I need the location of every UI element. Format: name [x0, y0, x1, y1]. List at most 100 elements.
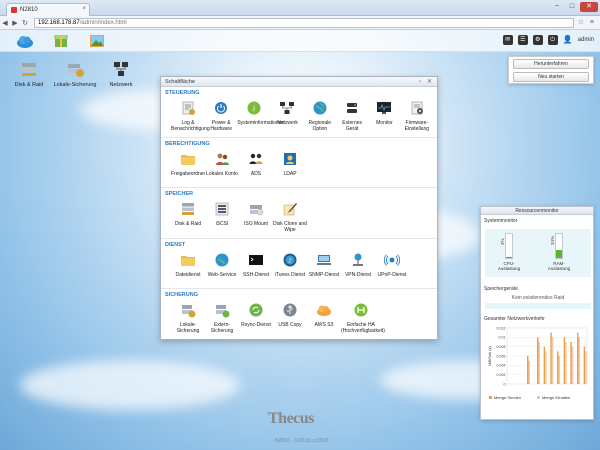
- reload-icon[interactable]: ↻: [20, 19, 30, 27]
- desktop-shortcut-local-backup[interactable]: Lokale-Sicherung: [50, 60, 100, 88]
- mail-icon[interactable]: ✉: [502, 35, 513, 45]
- browser-titlebar: N2810 × − □ ✕: [0, 0, 600, 16]
- section-heading: SPEICHER: [165, 191, 194, 197]
- item-log-notification[interactable]: Log & Benachrichtigung: [171, 100, 210, 132]
- iscsi-icon: [215, 202, 229, 216]
- no-raid-text: Kein existierendes Raid: [511, 295, 565, 301]
- item-label: AWS S3: [314, 322, 334, 328]
- network-traffic-chart: 0.012 0.01 0.008 0.006 0.004 0.002 0 MB/Sek (s)…: [487, 326, 588, 400]
- item-external-device[interactable]: Externes Gerät: [336, 100, 368, 132]
- item-local-backup[interactable]: Lokale-Sicherung: [171, 302, 205, 334]
- window-minimize-button[interactable]: −: [550, 2, 564, 12]
- section-dienst: DIENST Dateidienst Web-Service SSH-Diens…: [161, 239, 437, 289]
- item-disk-raid[interactable]: Disk & Raid: [171, 201, 205, 233]
- forward-arrow-icon[interactable]: ▶: [10, 19, 20, 27]
- browser-tab[interactable]: N2810 ×: [6, 3, 90, 16]
- window-close-button[interactable]: ✕: [580, 2, 598, 12]
- item-aws-s3[interactable]: AWS S3: [307, 302, 341, 334]
- window-maximize-button[interactable]: □: [565, 2, 579, 12]
- item-vpn-service[interactable]: VPN-Dienst: [341, 252, 375, 278]
- item-rsync-service[interactable]: Rsync-Dienst: [239, 302, 273, 334]
- chart-tick-label: 0.004: [497, 364, 506, 368]
- settings-icon[interactable]: ⚙: [532, 35, 543, 45]
- item-ssh-service[interactable]: SSH-Dienst: [239, 252, 273, 278]
- item-itunes-service[interactable]: ♪ iTunes Dienst: [273, 252, 307, 278]
- browser-menu-icons[interactable]: ☆ ≡: [578, 18, 596, 26]
- item-remote-backup[interactable]: Extern-Sicherung: [205, 302, 239, 334]
- desktop-shortcut-label: Lokale-Sicherung: [53, 82, 97, 88]
- item-regional-option[interactable]: Regionale Option: [304, 100, 336, 132]
- chart-bar: [537, 337, 539, 384]
- item-upnp-service[interactable]: UPnP-Dienst: [375, 252, 409, 278]
- section-heading: DIENST: [165, 241, 186, 248]
- item-snmp-service[interactable]: SNMP-Dienst: [307, 252, 341, 278]
- chart-bar: [585, 351, 587, 384]
- power-icon[interactable]: ⏻: [547, 35, 558, 45]
- desktop-shortcut-network[interactable]: Netzwerk: [96, 60, 146, 88]
- item-file-service[interactable]: Dateidienst: [171, 252, 205, 278]
- cloud-app-icon[interactable]: [16, 32, 34, 50]
- item-label: Lokale-Sicherung: [176, 322, 200, 334]
- item-power-hardware[interactable]: Power & Hardware: [205, 100, 237, 132]
- item-web-service[interactable]: Web-Service: [205, 252, 239, 278]
- chart-bar: [528, 360, 530, 384]
- chart-bar: [583, 346, 586, 384]
- section-sicherung: SICHERUNG Lokale-Sicherung Extern-Sicher…: [161, 289, 437, 339]
- item-label: Externes Gerät: [342, 120, 363, 132]
- shared-folder-icon: [181, 154, 195, 165]
- ldap-icon: [284, 152, 296, 165]
- item-local-account[interactable]: Lokales Konto: [205, 151, 239, 177]
- item-shared-folder[interactable]: Freigabeordner: [171, 151, 205, 177]
- upnp-icon: [383, 253, 401, 266]
- item-network[interactable]: Netzwerk: [271, 100, 303, 132]
- item-usb-copy[interactable]: USB Copy: [273, 302, 307, 334]
- item-firmware-settings[interactable]: Firmware-Einstellung: [401, 100, 433, 132]
- web-service-icon: [215, 253, 229, 266]
- chart-bar: [570, 342, 572, 384]
- chart-tick-label: 0.006: [497, 354, 506, 358]
- chart-tick-label: 0.008: [497, 345, 506, 349]
- item-system-info[interactable]: i Systeminformationen: [237, 100, 284, 132]
- chart-y-axis-label: MB/Sek (s): [487, 345, 492, 365]
- item-iso-mount[interactable]: ISO Mount: [239, 201, 273, 233]
- panel-titlebar[interactable]: Schaltfläche ▫ ✕: [161, 77, 437, 87]
- url-input[interactable]: 192.168.178.87/admin/index.html: [34, 17, 574, 28]
- system-info-icon: i: [247, 101, 261, 115]
- itunes-icon: ♪: [283, 253, 297, 266]
- firmware-version: N2810 - 3.00.01.cc2810: [275, 438, 329, 444]
- traffic-heading: Gesamter Netzwerkverkehr: [484, 316, 545, 322]
- chat-icon[interactable]: ☰: [517, 35, 528, 45]
- item-ldap[interactable]: LDAP: [273, 151, 307, 177]
- legend-swatch-send: [489, 396, 492, 399]
- rsync-icon: [249, 303, 263, 317]
- chart-bar: [577, 332, 579, 384]
- desktop-shortcut-disk-raid[interactable]: Disk & Raid: [4, 60, 54, 88]
- restart-button[interactable]: Neu starten: [513, 72, 589, 82]
- user-icon[interactable]: 👤: [563, 35, 573, 45]
- tab-close-icon[interactable]: ×: [82, 6, 86, 12]
- user-name[interactable]: admin: [578, 37, 594, 43]
- photo-app-icon[interactable]: [88, 32, 106, 50]
- iso-mount-icon: [250, 205, 264, 216]
- chart-tick-label: 0.01: [499, 336, 506, 340]
- item-iscsi[interactable]: iSCSI: [205, 201, 239, 233]
- local-backup-icon: [68, 64, 84, 77]
- panel-window-controls[interactable]: ▫ ✕: [419, 77, 434, 87]
- chart-bar: [551, 337, 554, 384]
- back-arrow-icon[interactable]: ◀: [0, 19, 10, 27]
- item-disk-clone-wipe[interactable]: Disk Clone and Wipe: [273, 201, 307, 233]
- legend-label-recv: Menge Erhalten: [542, 395, 570, 400]
- item-ads[interactable]: ADS: [239, 151, 273, 177]
- item-label: Extern-Sicherung: [210, 322, 234, 334]
- item-label: iTunes Dienst: [274, 271, 306, 278]
- app-center-icon[interactable]: [52, 32, 70, 50]
- item-monitor[interactable]: Monitor: [368, 100, 400, 132]
- item-label: Dateidienst: [175, 271, 201, 278]
- shutdown-button[interactable]: Herunterfahren: [513, 59, 589, 69]
- item-simple-ha[interactable]: Einfache HA (Hochverfügbarkeit): [341, 302, 385, 334]
- desktop-shortcut-label: Disk & Raid: [14, 82, 44, 88]
- resource-monitor-title[interactable]: Ressourcenmonitor: [481, 207, 593, 215]
- legend-swatch-recv: [537, 396, 540, 399]
- ram-gauge-fill: [556, 249, 562, 258]
- network-icon: [280, 102, 295, 114]
